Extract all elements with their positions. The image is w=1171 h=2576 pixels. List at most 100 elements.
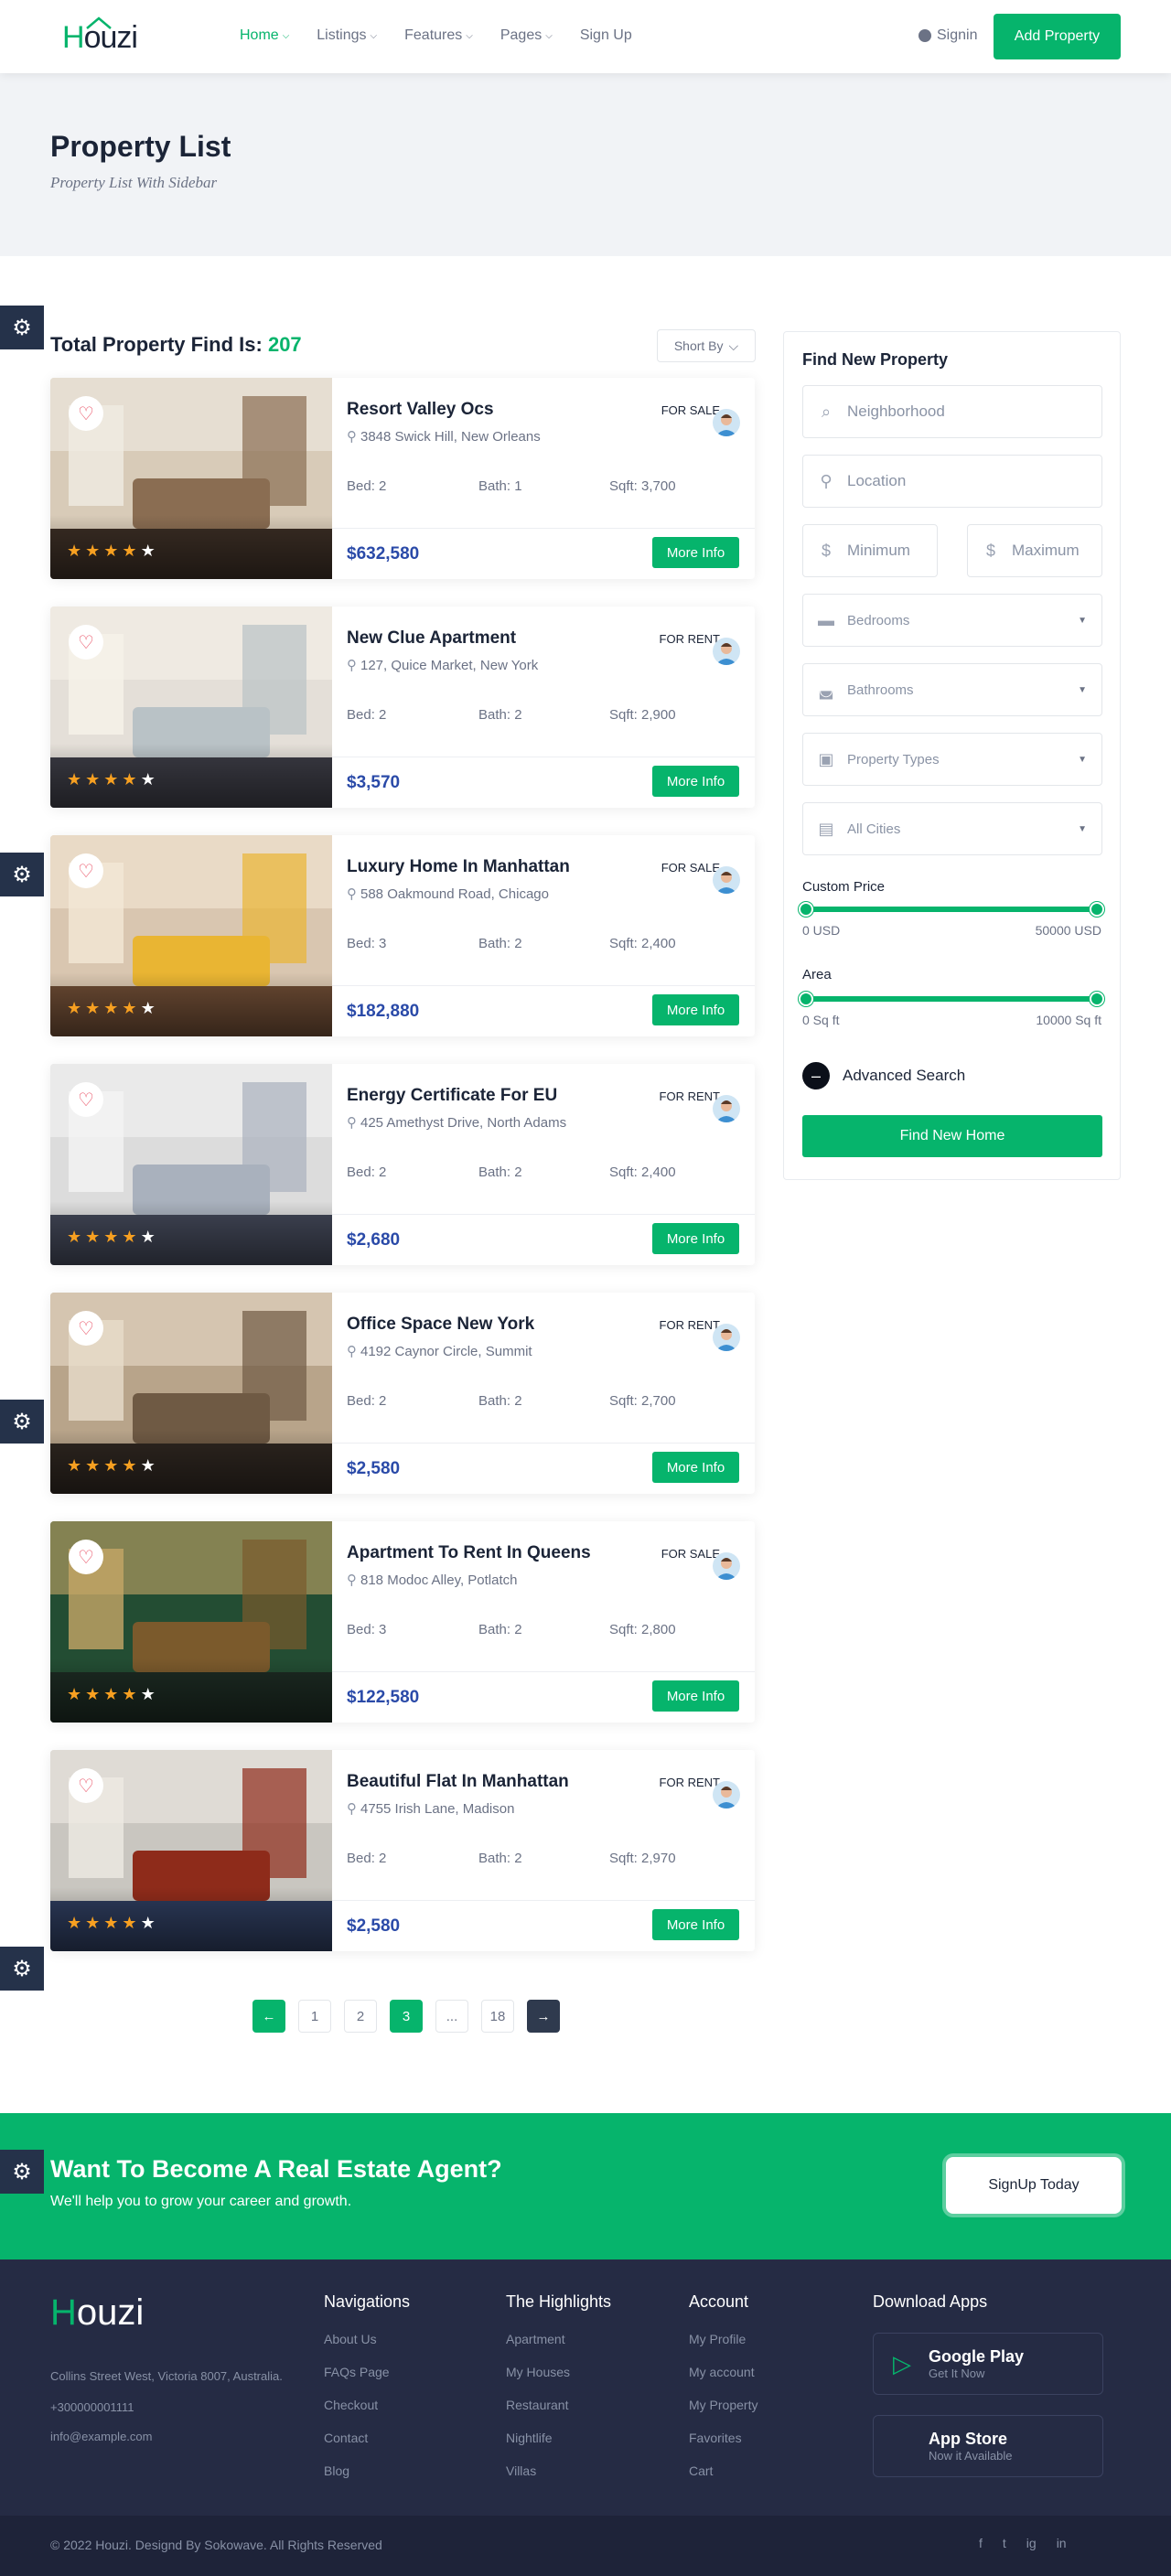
neighborhood-input[interactable]: ⌕ Neighborhood: [802, 385, 1102, 438]
footer-link[interactable]: My account: [689, 2365, 757, 2398]
area-range-slider[interactable]: [799, 992, 1104, 1006]
price-range-slider[interactable]: [799, 902, 1104, 917]
favorite-heart-icon[interactable]: ♡: [69, 1540, 103, 1574]
settings-gear-icon[interactable]: ⚙: [0, 1400, 44, 1444]
bed-count: Bed: 2: [347, 707, 386, 723]
footer-link[interactable]: Checkout: [324, 2398, 410, 2431]
agent-avatar[interactable]: [713, 1095, 740, 1122]
more-info-button[interactable]: More Info: [652, 1680, 739, 1712]
app-store-button[interactable]: App Store Now it Available: [873, 2415, 1103, 2477]
advanced-search-toggle[interactable]: – Advanced Search: [802, 1062, 965, 1089]
logo[interactable]: Houzi: [62, 16, 138, 56]
slider-handle-min[interactable]: [799, 902, 813, 917]
more-info-button[interactable]: More Info: [652, 994, 739, 1025]
nav-item-features[interactable]: Features ⌵: [404, 27, 473, 44]
favorite-heart-icon[interactable]: ♡: [69, 396, 103, 431]
facebook-icon[interactable]: f: [979, 2536, 983, 2550]
min-price-input[interactable]: $ Minimum: [802, 524, 938, 577]
find-new-home-button[interactable]: Find New Home: [802, 1115, 1102, 1157]
add-property-button[interactable]: Add Property: [994, 14, 1121, 59]
property-card[interactable]: ♡ FOR SALE ★ ★ ★ ★ ★ Resort Valley Ocs ⚲ 3848 Swi…: [50, 378, 755, 579]
footer-link[interactable]: Apartment: [506, 2332, 611, 2365]
prev-page-arrow-icon[interactable]: ←: [252, 2000, 285, 2033]
slider-handle-max[interactable]: [1090, 992, 1104, 1006]
property-title[interactable]: Apartment To Rent In Queens: [347, 1543, 591, 1563]
nav-item-pages[interactable]: Pages ⌵: [500, 27, 553, 44]
signup-today-button[interactable]: SignUp Today: [946, 2157, 1122, 2214]
footer-logo[interactable]: Houzi: [50, 2292, 144, 2334]
more-info-button[interactable]: More Info: [652, 1223, 739, 1254]
property-title[interactable]: Office Space New York: [347, 1315, 534, 1335]
nav-item-sign-up[interactable]: Sign Up: [580, 27, 632, 44]
settings-gear-icon[interactable]: ⚙: [0, 853, 44, 896]
bedrooms-select[interactable]: ▬ Bedrooms ▼: [802, 594, 1102, 647]
bath-count: Bath: 2: [478, 1851, 522, 1866]
location-input[interactable]: ⚲ Location: [802, 455, 1102, 508]
footer-link[interactable]: My Profile: [689, 2332, 757, 2365]
more-info-button[interactable]: More Info: [652, 766, 739, 797]
linkedin-icon[interactable]: in: [1057, 2536, 1067, 2550]
property-card[interactable]: ♡ FOR RENT ★ ★ ★ ★ ★ New Clue Apartment ⚲ 127, Qu…: [50, 606, 755, 808]
footer-email[interactable]: info@example.com: [50, 2430, 152, 2443]
max-price-input[interactable]: $ Maximum: [967, 524, 1102, 577]
property-title[interactable]: Resort Valley Ocs: [347, 400, 494, 420]
property-card[interactable]: ♡ FOR SALE ★ ★ ★ ★ ★ Luxury Home In Manhattan ⚲ 5…: [50, 835, 755, 1036]
favorite-heart-icon[interactable]: ♡: [69, 853, 103, 888]
property-card[interactable]: ♡ FOR SALE ★ ★ ★ ★ ★ Apartment To Rent In Queen…: [50, 1521, 755, 1723]
property-card[interactable]: ♡ FOR RENT ★ ★ ★ ★ ★ Energy Certificate For EU ⚲…: [50, 1064, 755, 1265]
footer-link[interactable]: Contact: [324, 2431, 410, 2463]
favorite-heart-icon[interactable]: ♡: [69, 625, 103, 660]
sort-by-dropdown[interactable]: Short By ⌵: [657, 329, 756, 362]
property-card[interactable]: ♡ FOR RENT ★ ★ ★ ★ ★ Office Space New York ⚲ 4192…: [50, 1293, 755, 1494]
agent-avatar[interactable]: [713, 1552, 740, 1580]
nav-item-home[interactable]: Home ⌵: [240, 27, 289, 44]
page-ellipsis[interactable]: ...: [435, 2000, 468, 2033]
property-title[interactable]: New Clue Apartment: [347, 628, 516, 649]
property-title[interactable]: Beautiful Flat In Manhattan: [347, 1772, 569, 1792]
footer-link[interactable]: Favorites: [689, 2431, 757, 2463]
slider-handle-min[interactable]: [799, 992, 813, 1006]
footer-phone[interactable]: +300000001111: [50, 2400, 134, 2414]
page-2[interactable]: 2: [344, 2000, 377, 2033]
footer-link[interactable]: FAQs Page: [324, 2365, 410, 2398]
footer-link[interactable]: Blog: [324, 2463, 410, 2496]
favorite-heart-icon[interactable]: ♡: [69, 1768, 103, 1803]
property-title[interactable]: Energy Certificate For EU: [347, 1086, 557, 1106]
settings-gear-icon[interactable]: ⚙: [0, 306, 44, 349]
instagram-icon[interactable]: ig: [1026, 2536, 1037, 2550]
settings-gear-icon[interactable]: ⚙: [0, 2150, 44, 2194]
property-title[interactable]: Luxury Home In Manhattan: [347, 857, 570, 877]
property-types-select[interactable]: ▣ Property Types ▼: [802, 733, 1102, 786]
bathrooms-select[interactable]: ◛ Bathrooms ▼: [802, 663, 1102, 716]
next-page-arrow-icon[interactable]: →: [527, 2000, 560, 2033]
more-info-button[interactable]: More Info: [652, 1909, 739, 1940]
settings-gear-icon[interactable]: ⚙: [0, 1947, 44, 1991]
page-18[interactable]: 18: [481, 2000, 514, 2033]
property-card[interactable]: ♡ FOR RENT ★ ★ ★ ★ ★ Beautiful Flat In Manhatta…: [50, 1750, 755, 1951]
agent-avatar[interactable]: [713, 638, 740, 665]
page-3[interactable]: 3: [390, 2000, 423, 2033]
twitter-icon[interactable]: t: [1003, 2536, 1006, 2550]
app-store-sub: Now it Available: [929, 2449, 1013, 2463]
nav-item-listings[interactable]: Listings ⌵: [317, 27, 377, 44]
cities-select[interactable]: ▤ All Cities ▼: [802, 802, 1102, 855]
agent-avatar[interactable]: [713, 866, 740, 894]
favorite-heart-icon[interactable]: ♡: [69, 1082, 103, 1117]
footer-link[interactable]: Nightlife: [506, 2431, 611, 2463]
signin-link[interactable]: Signin: [919, 27, 977, 44]
footer-link[interactable]: Cart: [689, 2463, 757, 2496]
more-info-button[interactable]: More Info: [652, 537, 739, 568]
footer-link[interactable]: My Houses: [506, 2365, 611, 2398]
favorite-heart-icon[interactable]: ♡: [69, 1311, 103, 1346]
more-info-button[interactable]: More Info: [652, 1452, 739, 1483]
slider-handle-max[interactable]: [1090, 902, 1104, 917]
agent-avatar[interactable]: [713, 1781, 740, 1809]
footer-link[interactable]: Villas: [506, 2463, 611, 2496]
agent-avatar[interactable]: [713, 1324, 740, 1351]
google-play-button[interactable]: ▷ Google Play Get It Now: [873, 2333, 1103, 2395]
footer-link[interactable]: My Property: [689, 2398, 757, 2431]
page-1[interactable]: 1: [298, 2000, 331, 2033]
footer-link[interactable]: Restaurant: [506, 2398, 611, 2431]
agent-avatar[interactable]: [713, 409, 740, 436]
footer-link[interactable]: About Us: [324, 2332, 410, 2365]
